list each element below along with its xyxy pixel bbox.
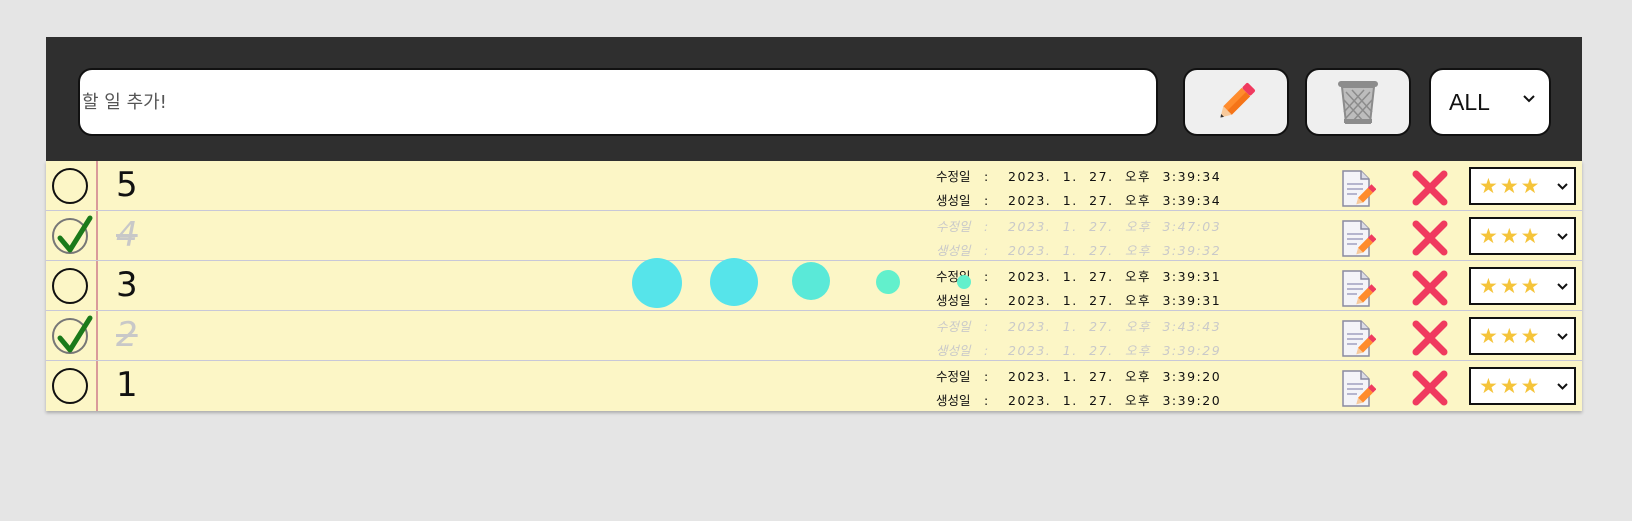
modified-date: 2023. 1. 27. 오후 3:39:31 bbox=[1008, 269, 1222, 284]
todo-title: 4 bbox=[116, 215, 138, 255]
delete-x-icon[interactable] bbox=[1412, 320, 1448, 356]
todo-title: 1 bbox=[116, 365, 138, 405]
complete-toggle[interactable] bbox=[52, 315, 93, 354]
filter-value: ALL bbox=[1449, 88, 1490, 115]
modified-label: 수정일 bbox=[936, 219, 971, 234]
colon: : bbox=[984, 343, 989, 358]
todo-title: 5 bbox=[116, 165, 138, 205]
created-label: 생성일 bbox=[936, 193, 971, 208]
filter-select[interactable]: ALL bbox=[1429, 68, 1551, 136]
modified-label: 수정일 bbox=[936, 319, 971, 334]
delete-x-icon[interactable] bbox=[1412, 170, 1448, 206]
todo-dates: 수정일: 2023. 1. 27. 오후 3:39:34 생성일: 2023. 1.… bbox=[936, 165, 1221, 213]
todo-title: 2 bbox=[116, 315, 138, 355]
colon: : bbox=[984, 269, 989, 284]
checkmark-icon bbox=[57, 215, 93, 253]
rating-select[interactable]: ★★★ bbox=[1469, 267, 1576, 305]
created-date: 2023. 1. 27. 오후 3:39:29 bbox=[1008, 343, 1222, 358]
chevron-down-icon bbox=[1557, 283, 1568, 290]
colon: : bbox=[984, 243, 989, 258]
rating-stars: ★★★ bbox=[1479, 373, 1542, 398]
todo-row: 4 수정일: 2023. 1. 27. 오후 3:47:03 생성일: 2023. … bbox=[46, 211, 1582, 261]
margin-line bbox=[96, 311, 98, 360]
todo-row: 1 수정일: 2023. 1. 27. 오후 3:39:20 생성일: 2023. … bbox=[46, 361, 1582, 411]
edit-document-icon[interactable] bbox=[1340, 370, 1376, 408]
rating-stars: ★★★ bbox=[1479, 173, 1542, 198]
rating-select[interactable]: ★★★ bbox=[1469, 367, 1576, 405]
created-label: 생성일 bbox=[936, 343, 971, 358]
pencil-icon bbox=[1220, 83, 1255, 118]
created-label: 생성일 bbox=[936, 393, 971, 408]
created-label: 생성일 bbox=[936, 243, 971, 258]
todo-app: ALL 5 수정일: 2023. 1. 27. 오후 3:39:34 생성일: 20… bbox=[46, 37, 1582, 411]
modified-date: 2023. 1. 27. 오후 3:47:03 bbox=[1008, 219, 1222, 234]
delete-x-icon[interactable] bbox=[1412, 370, 1448, 406]
rating-stars: ★★★ bbox=[1479, 273, 1542, 298]
add-todo-input[interactable] bbox=[78, 68, 1158, 136]
rating-stars: ★★★ bbox=[1479, 323, 1542, 348]
add-todo-button[interactable] bbox=[1183, 68, 1289, 136]
todo-row: 2 수정일: 2023. 1. 27. 오후 3:43:43 생성일: 2023. … bbox=[46, 311, 1582, 361]
margin-line bbox=[96, 161, 98, 210]
delete-x-icon[interactable] bbox=[1412, 270, 1448, 306]
todo-dates: 수정일: 2023. 1. 27. 오후 3:43:43 생성일: 2023. 1.… bbox=[936, 315, 1221, 363]
edit-document-icon[interactable] bbox=[1340, 270, 1376, 308]
delete-x-icon[interactable] bbox=[1412, 220, 1448, 256]
todo-row: 5 수정일: 2023. 1. 27. 오후 3:39:34 생성일: 2023. … bbox=[46, 161, 1582, 211]
todo-title: 3 bbox=[116, 265, 138, 305]
chevron-down-icon bbox=[1557, 333, 1568, 340]
modified-date: 2023. 1. 27. 오후 3:39:20 bbox=[1008, 369, 1222, 384]
todo-row: 3 수정일: 2023. 1. 27. 오후 3:39:31 생성일: 2023. … bbox=[46, 261, 1582, 311]
todo-dates: 수정일: 2023. 1. 27. 오후 3:39:31 생성일: 2023. 1.… bbox=[936, 265, 1221, 313]
modified-date: 2023. 1. 27. 오후 3:39:34 bbox=[1008, 169, 1222, 184]
modified-date: 2023. 1. 27. 오후 3:43:43 bbox=[1008, 319, 1222, 334]
chevron-down-icon bbox=[1523, 95, 1535, 103]
margin-line bbox=[96, 261, 98, 310]
complete-toggle[interactable] bbox=[52, 368, 88, 404]
chevron-down-icon bbox=[1557, 383, 1568, 390]
complete-toggle[interactable] bbox=[52, 268, 88, 304]
rating-select[interactable]: ★★★ bbox=[1469, 167, 1576, 205]
colon: : bbox=[984, 193, 989, 208]
delete-all-button[interactable] bbox=[1305, 68, 1411, 136]
edit-document-icon[interactable] bbox=[1340, 170, 1376, 208]
colon: : bbox=[984, 293, 989, 308]
colon: : bbox=[984, 393, 989, 408]
checkmark-icon bbox=[57, 315, 93, 353]
edit-document-icon[interactable] bbox=[1340, 220, 1376, 258]
complete-toggle[interactable] bbox=[52, 215, 93, 254]
created-date: 2023. 1. 27. 오후 3:39:31 bbox=[1008, 293, 1222, 308]
created-date: 2023. 1. 27. 오후 3:39:20 bbox=[1008, 393, 1222, 408]
created-label: 생성일 bbox=[936, 293, 971, 308]
colon: : bbox=[984, 369, 989, 384]
rating-select[interactable]: ★★★ bbox=[1469, 317, 1576, 355]
created-date: 2023. 1. 27. 오후 3:39:34 bbox=[1008, 193, 1222, 208]
margin-line bbox=[96, 361, 98, 411]
complete-toggle[interactable] bbox=[52, 168, 88, 204]
todo-dates: 수정일: 2023. 1. 27. 오후 3:47:03 생성일: 2023. 1.… bbox=[936, 215, 1221, 263]
header-bar: ALL bbox=[46, 37, 1582, 161]
chevron-down-icon bbox=[1557, 183, 1568, 190]
created-date: 2023. 1. 27. 오후 3:39:32 bbox=[1008, 243, 1222, 258]
rating-stars: ★★★ bbox=[1479, 223, 1542, 248]
todo-list: 5 수정일: 2023. 1. 27. 오후 3:39:34 생성일: 2023. … bbox=[46, 161, 1582, 411]
modified-label: 수정일 bbox=[936, 369, 971, 384]
modified-label: 수정일 bbox=[936, 269, 971, 284]
trash-icon bbox=[1338, 81, 1378, 124]
modified-label: 수정일 bbox=[936, 169, 971, 184]
chevron-down-icon bbox=[1557, 233, 1568, 240]
colon: : bbox=[984, 169, 989, 184]
colon: : bbox=[984, 219, 989, 234]
margin-line bbox=[96, 211, 98, 260]
colon: : bbox=[984, 319, 989, 334]
todo-dates: 수정일: 2023. 1. 27. 오후 3:39:20 생성일: 2023. 1.… bbox=[936, 365, 1221, 413]
rating-select[interactable]: ★★★ bbox=[1469, 217, 1576, 255]
edit-document-icon[interactable] bbox=[1340, 320, 1376, 358]
